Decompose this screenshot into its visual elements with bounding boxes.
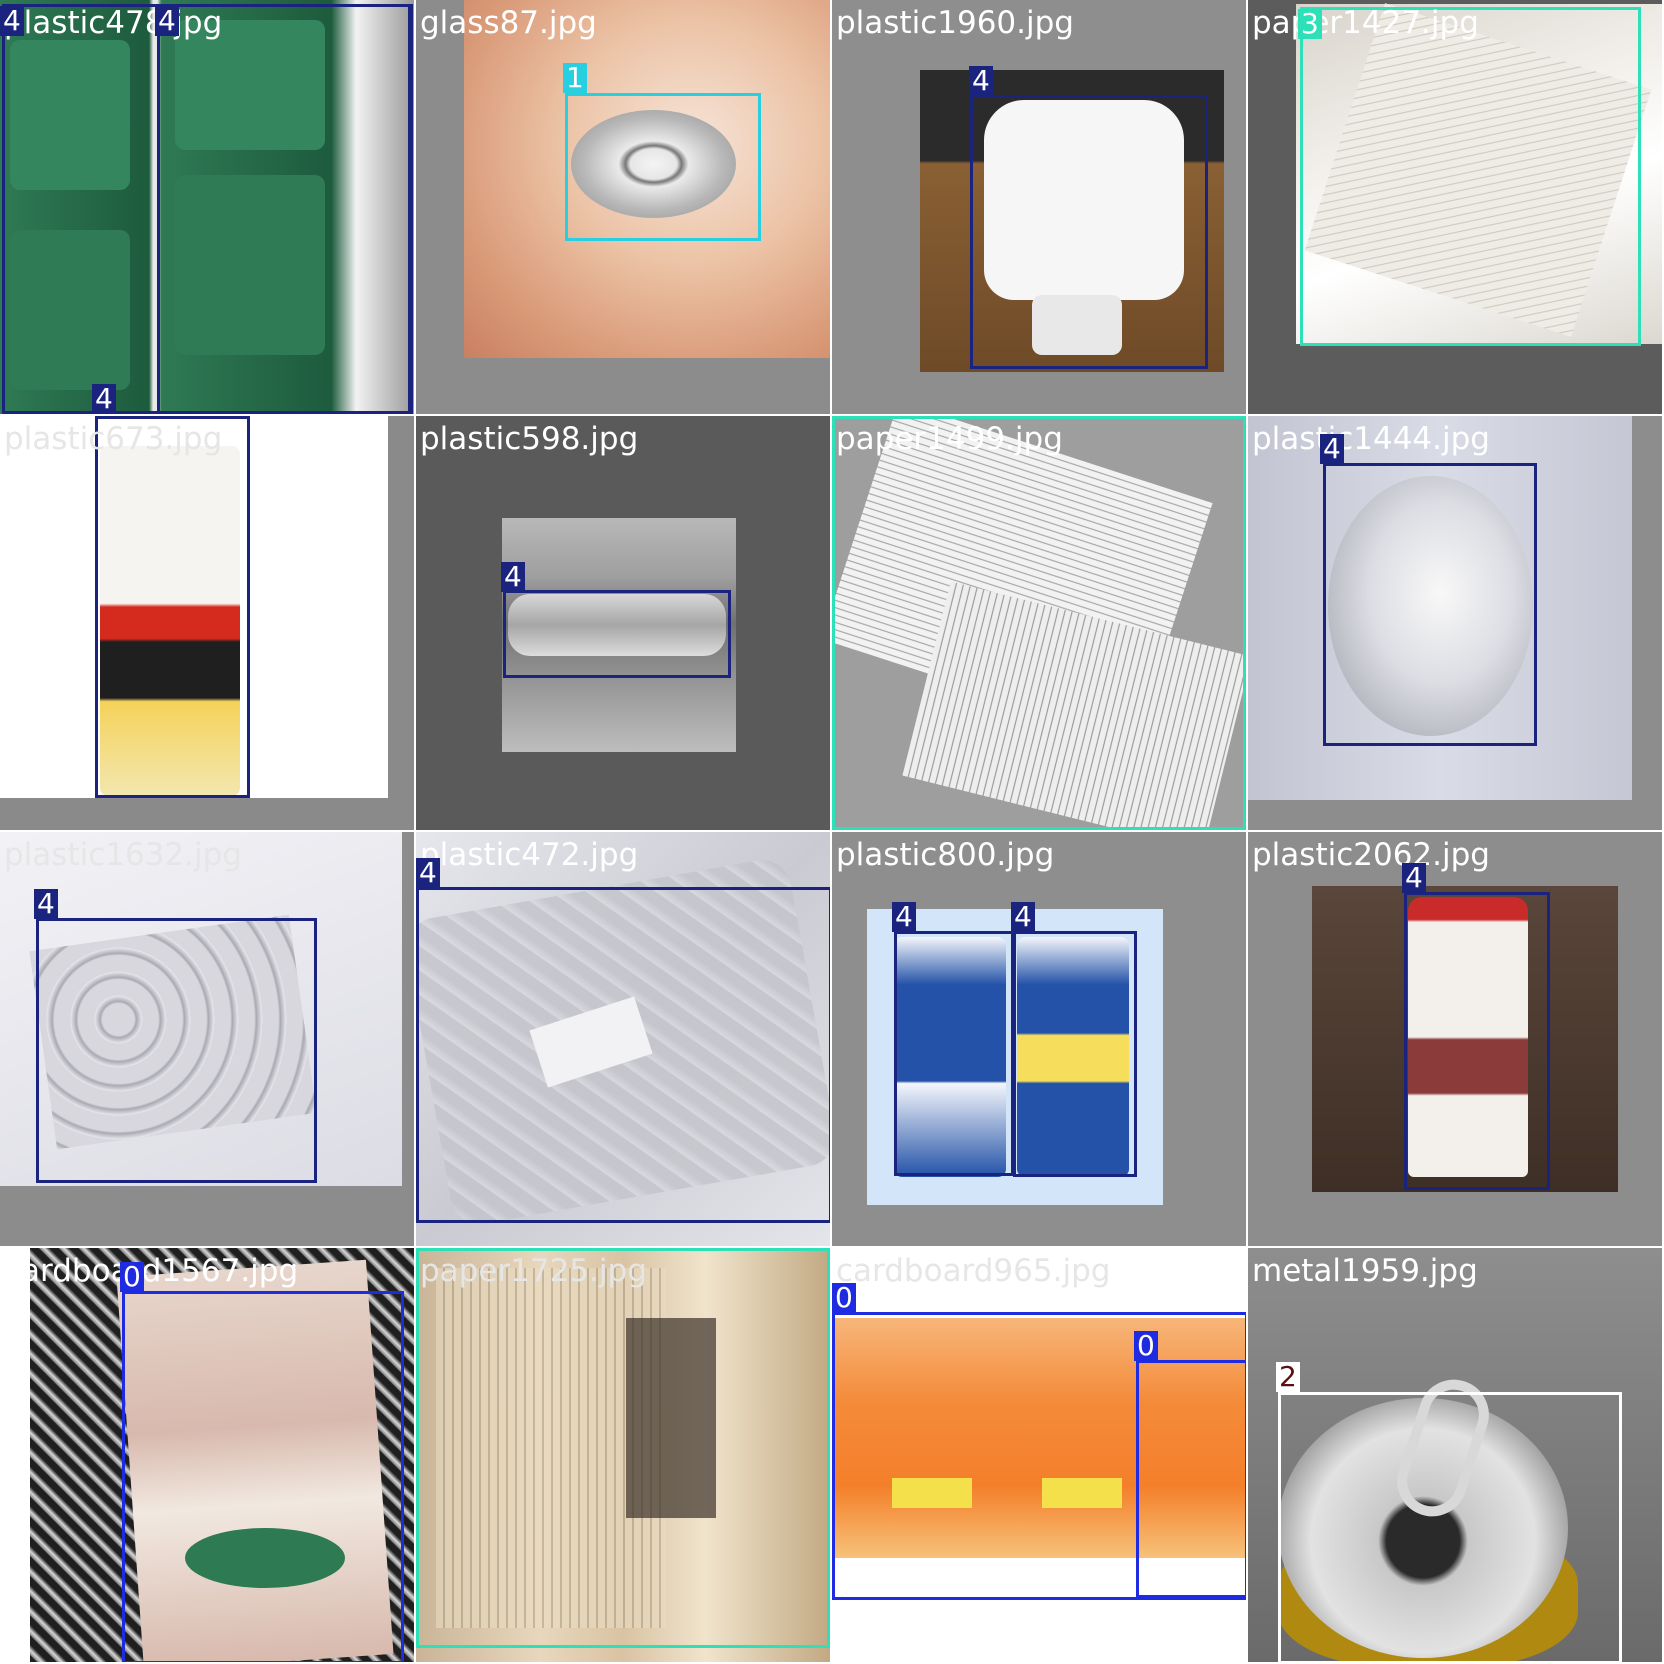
bbox	[1300, 7, 1641, 346]
tile-paper1499[interactable]: paper1499.jpg	[832, 416, 1246, 830]
class-label: 4	[501, 562, 525, 592]
tile-filename: plastic673.jpg	[4, 421, 223, 457]
bbox	[95, 416, 250, 798]
tile-filename: paper1499.jpg	[836, 421, 1063, 457]
tile-filename: glass87.jpg	[420, 5, 597, 41]
bbox	[1323, 463, 1537, 746]
bbox	[1404, 892, 1550, 1190]
class-label: 2	[1276, 1362, 1300, 1392]
tile-metal1959[interactable]: metal1959.jpg 2	[1248, 1248, 1662, 1662]
tile-plastic598[interactable]: plastic598.jpg 4	[416, 416, 830, 830]
bbox	[503, 590, 731, 678]
class-label: 4	[34, 889, 58, 919]
tile-filename: plastic598.jpg	[420, 421, 639, 457]
bbox	[1136, 1360, 1246, 1598]
bbox	[157, 4, 411, 414]
tile-filename: plastic472.jpg	[420, 837, 639, 873]
class-label: 4	[0, 6, 24, 36]
tile-plastic1960[interactable]: plastic1960.jpg 4	[832, 0, 1246, 414]
tile-filename: plastic800.jpg	[836, 837, 1055, 873]
tile-filename: paper1725.jpg	[420, 1253, 647, 1289]
class-label: 0	[1134, 1331, 1158, 1361]
bbox	[832, 416, 1246, 830]
tile-plastic478[interactable]: plastic478.jpg 4 4 4	[0, 0, 414, 414]
bbox	[122, 1291, 404, 1662]
tile-filename: plastic1960.jpg	[836, 5, 1074, 41]
class-label: 4	[416, 858, 440, 888]
tile-plastic1444[interactable]: plastic1444.jpg 4	[1248, 416, 1662, 830]
tile-filename: metal1959.jpg	[1252, 1253, 1478, 1289]
tile-filename: plastic1632.jpg	[4, 837, 242, 873]
class-label: 4	[155, 6, 179, 36]
bbox	[36, 918, 317, 1183]
tile-filename: cardboard1567.jpg	[4, 1253, 299, 1289]
class-label: 0	[832, 1283, 856, 1313]
tile-filename: plastic1444.jpg	[1252, 421, 1490, 457]
class-label: 0	[120, 1262, 144, 1292]
image-grid: plastic478.jpg 4 4 4 glass87.jpg 1 plast…	[0, 0, 1664, 1664]
class-label: 4	[1011, 902, 1035, 932]
bbox	[1278, 1392, 1622, 1662]
class-label: 4	[969, 66, 993, 96]
tile-cardboard965[interactable]: cardboard965.jpg 0 0	[832, 1248, 1246, 1662]
tile-plastic2062[interactable]: plastic2062.jpg 4	[1248, 832, 1662, 1246]
class-label: 4	[92, 384, 116, 414]
class-label: 4	[1320, 434, 1344, 464]
tile-plastic472[interactable]: plastic472.jpg 4	[416, 832, 830, 1246]
bbox	[416, 1248, 830, 1648]
class-label: 4	[1402, 863, 1426, 893]
bbox	[894, 931, 1014, 1176]
tile-filename: paper1427.jpg	[1252, 5, 1479, 41]
tile-plastic1632[interactable]: plastic1632.jpg 4	[0, 832, 414, 1246]
tile-glass87[interactable]: glass87.jpg 1	[416, 0, 830, 414]
tile-plastic800[interactable]: plastic800.jpg 4 4	[832, 832, 1246, 1246]
bbox	[1013, 931, 1137, 1177]
class-label: 3	[1298, 9, 1322, 39]
tile-filename: cardboard965.jpg	[836, 1253, 1111, 1289]
tile-filename: plastic2062.jpg	[1252, 837, 1490, 873]
class-label: 1	[563, 63, 587, 93]
tile-paper1725[interactable]: paper1725.jpg 3	[416, 1248, 830, 1662]
class-label: 4	[892, 902, 916, 932]
bbox	[565, 93, 761, 241]
bbox	[416, 887, 830, 1223]
tile-paper1427[interactable]: paper1427.jpg 3	[1248, 0, 1662, 414]
tile-cardboard1567[interactable]: cardboard1567.jpg 0	[0, 1248, 414, 1662]
bbox	[970, 95, 1208, 369]
tile-plastic673[interactable]: plastic673.jpg	[0, 416, 414, 830]
tile-filename: plastic478.jpg	[4, 5, 223, 41]
